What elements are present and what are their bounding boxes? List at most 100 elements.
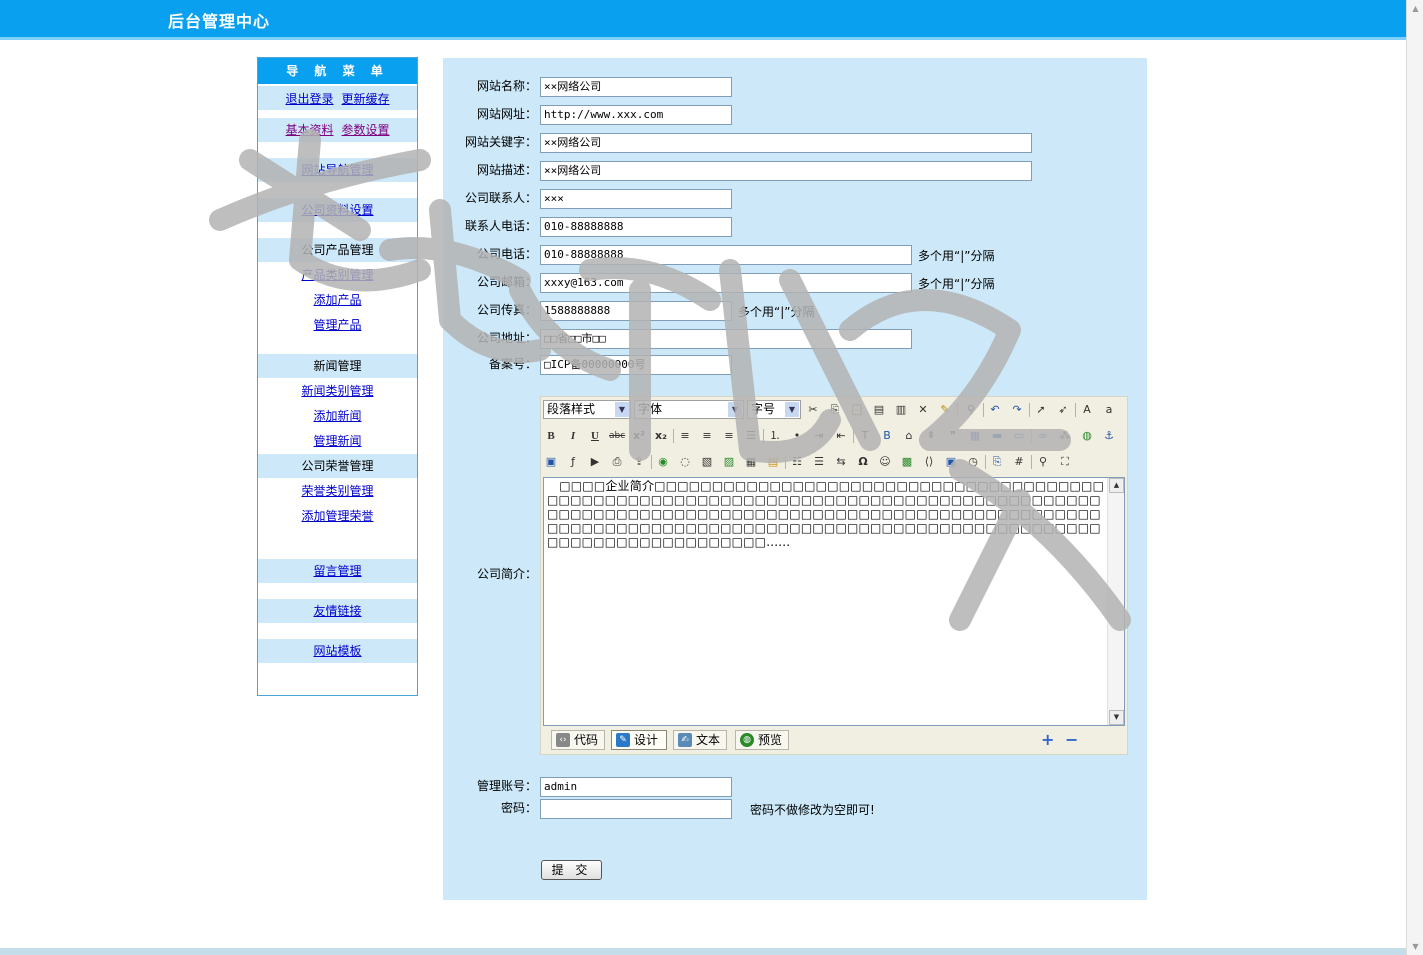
- expand-editor-icon[interactable]: +: [1041, 732, 1054, 748]
- gallery-icon[interactable]: ▨: [721, 454, 737, 470]
- admin-account-input[interactable]: admin: [540, 777, 732, 797]
- submit-button[interactable]: 提 交: [541, 860, 602, 880]
- unordered-list-icon[interactable]: •: [789, 428, 805, 444]
- editor-scrollbar[interactable]: ▲ ▼: [1107, 478, 1124, 725]
- scroll-down-arrow-icon[interactable]: ▼: [1109, 710, 1124, 725]
- font-size-select[interactable]: 字号 ▼: [747, 400, 801, 419]
- redo-icon[interactable]: ↷: [1009, 402, 1025, 418]
- manage-product-link[interactable]: 管理产品: [313, 318, 361, 332]
- align-left-icon[interactable]: ≡: [677, 428, 693, 444]
- calendar-icon[interactable]: ▣: [943, 454, 959, 470]
- company-fax-input[interactable]: 1588888888: [540, 301, 732, 321]
- contact-input[interactable]: ×××: [540, 189, 732, 209]
- template-link[interactable]: 网站模板: [313, 644, 361, 658]
- zoom-icon[interactable]: ⚲: [1035, 454, 1051, 470]
- horizontal-rule-icon[interactable]: ▬: [989, 428, 1005, 444]
- table-icon[interactable]: ▦: [967, 428, 983, 444]
- remote-file-icon[interactable]: ◌: [677, 454, 693, 470]
- site-url-input[interactable]: http://www.xxx.com: [540, 105, 732, 125]
- add-honor-link[interactable]: 添加管理荣誉: [301, 509, 373, 523]
- company-phone-input[interactable]: 010-88888888: [540, 245, 912, 265]
- news-category-link[interactable]: 新闻类别管理: [301, 384, 373, 398]
- add-news-link[interactable]: 添加新闻: [313, 409, 361, 423]
- cut-icon[interactable]: ✂: [805, 402, 821, 418]
- copy-icon[interactable]: ⎘: [827, 402, 843, 418]
- align-center-icon[interactable]: ≡: [699, 428, 715, 444]
- background-color-icon[interactable]: B: [879, 428, 895, 444]
- company-address-input[interactable]: □□省□□市□□: [540, 329, 912, 349]
- italic-icon[interactable]: I: [565, 428, 581, 444]
- unlink-icon[interactable]: ⁂: [1057, 428, 1073, 444]
- table-insert-icon[interactable]: ▦: [743, 454, 759, 470]
- flash-icon[interactable]: ƒ: [565, 454, 581, 470]
- row-insert-icon[interactable]: ☷: [789, 454, 805, 470]
- scroll-down-arrow-icon[interactable]: ▼: [1409, 940, 1422, 953]
- text-color-icon[interactable]: T: [857, 428, 873, 444]
- font-name-select[interactable]: 字体 ▼: [634, 400, 744, 419]
- manage-news-link[interactable]: 管理新闻: [313, 434, 361, 448]
- media-icon[interactable]: ▶: [587, 454, 603, 470]
- image-icon[interactable]: ▣: [543, 454, 559, 470]
- site-nav-link[interactable]: 网站导航管理: [301, 163, 373, 177]
- select-all-icon[interactable]: ➚: [1033, 402, 1049, 418]
- description-input[interactable]: ××网络公司: [540, 161, 1032, 181]
- clean-format-icon[interactable]: ✎: [937, 402, 953, 418]
- fullscreen-icon[interactable]: ⛶: [1057, 454, 1073, 470]
- editor-content-area[interactable]: □□□□企业简介□□□□□□□□□□□□□□□□□□□□□□□□□□□□□□□□…: [543, 477, 1125, 726]
- excel-icon[interactable]: ▩: [899, 454, 915, 470]
- special-char-icon[interactable]: Ω: [855, 454, 871, 470]
- page-scrollbar[interactable]: ▲ ▼: [1406, 0, 1423, 955]
- find-icon[interactable]: ⚲: [963, 402, 979, 418]
- align-right-icon[interactable]: ≡: [721, 428, 737, 444]
- keywords-input[interactable]: ××网络公司: [540, 133, 1032, 153]
- strikethrough-icon[interactable]: abc: [609, 428, 625, 444]
- ordered-list-icon[interactable]: ⒈: [767, 428, 783, 444]
- select-none-icon[interactable]: ➶: [1055, 402, 1071, 418]
- font-shrink-icon[interactable]: a: [1101, 402, 1117, 418]
- undo-icon[interactable]: ↶: [987, 402, 1003, 418]
- align-justify-icon[interactable]: ☰: [743, 428, 759, 444]
- delete-icon[interactable]: ✕: [915, 402, 931, 418]
- quote-icon[interactable]: ❞: [945, 428, 961, 444]
- paragraph-style-select[interactable]: 段落样式 ▼: [543, 400, 631, 419]
- upload-icon[interactable]: ⇪: [631, 454, 647, 470]
- company-email-input[interactable]: xxxy@163.com: [540, 273, 912, 293]
- basic-info-link[interactable]: 基本资料: [285, 123, 333, 137]
- params-link[interactable]: 参数设置: [342, 123, 390, 137]
- code-block-icon[interactable]: ⟨⟩: [921, 454, 937, 470]
- friend-links-link[interactable]: 友情链接: [313, 604, 361, 618]
- refresh-cache-link[interactable]: 更新缓存: [342, 92, 390, 106]
- password-input[interactable]: [540, 799, 732, 819]
- globe-icon[interactable]: ◍: [1079, 428, 1095, 444]
- paste-text-icon[interactable]: ▤: [871, 402, 887, 418]
- icp-input[interactable]: □ICP备00000000号: [540, 355, 732, 375]
- underline-icon[interactable]: U: [587, 428, 603, 444]
- shrink-editor-icon[interactable]: −: [1065, 732, 1078, 748]
- bring-forward-icon[interactable]: ⇞: [923, 428, 939, 444]
- superscript-icon[interactable]: x²: [631, 428, 647, 444]
- template-icon[interactable]: ▧: [699, 454, 715, 470]
- font-grow-icon[interactable]: A: [1079, 402, 1095, 418]
- outdent-icon[interactable]: ⇤: [833, 428, 849, 444]
- scroll-up-arrow-icon[interactable]: ▲: [1109, 478, 1124, 493]
- guestbook-link[interactable]: 留言管理: [313, 564, 361, 578]
- link-icon[interactable]: ∞: [1035, 428, 1051, 444]
- tab-design[interactable]: ✎ 设计: [611, 730, 667, 750]
- paste-icon[interactable]: 📋: [849, 402, 865, 418]
- tab-code[interactable]: ‹› 代码: [551, 730, 605, 750]
- paste-word-icon[interactable]: ▥: [893, 402, 909, 418]
- bold-icon[interactable]: B: [543, 428, 559, 444]
- form-field-icon[interactable]: ▭: [1011, 428, 1027, 444]
- emoticon-icon[interactable]: ☺: [877, 454, 893, 470]
- anchor-icon[interactable]: ⚓: [1101, 428, 1117, 444]
- indent-icon[interactable]: ⇥: [811, 428, 827, 444]
- absolute-position-icon[interactable]: ⌂: [901, 428, 917, 444]
- site-name-input[interactable]: ××网络公司: [540, 77, 732, 97]
- web-image-icon[interactable]: ◉: [655, 454, 671, 470]
- layer-icon[interactable]: ▤: [765, 454, 781, 470]
- contact-phone-input[interactable]: 010-88888888: [540, 217, 732, 237]
- time-icon[interactable]: ◷: [965, 454, 981, 470]
- logout-link[interactable]: 退出登录: [285, 92, 333, 106]
- column-insert-icon[interactable]: ☰: [811, 454, 827, 470]
- marquee-icon[interactable]: ⇆: [833, 454, 849, 470]
